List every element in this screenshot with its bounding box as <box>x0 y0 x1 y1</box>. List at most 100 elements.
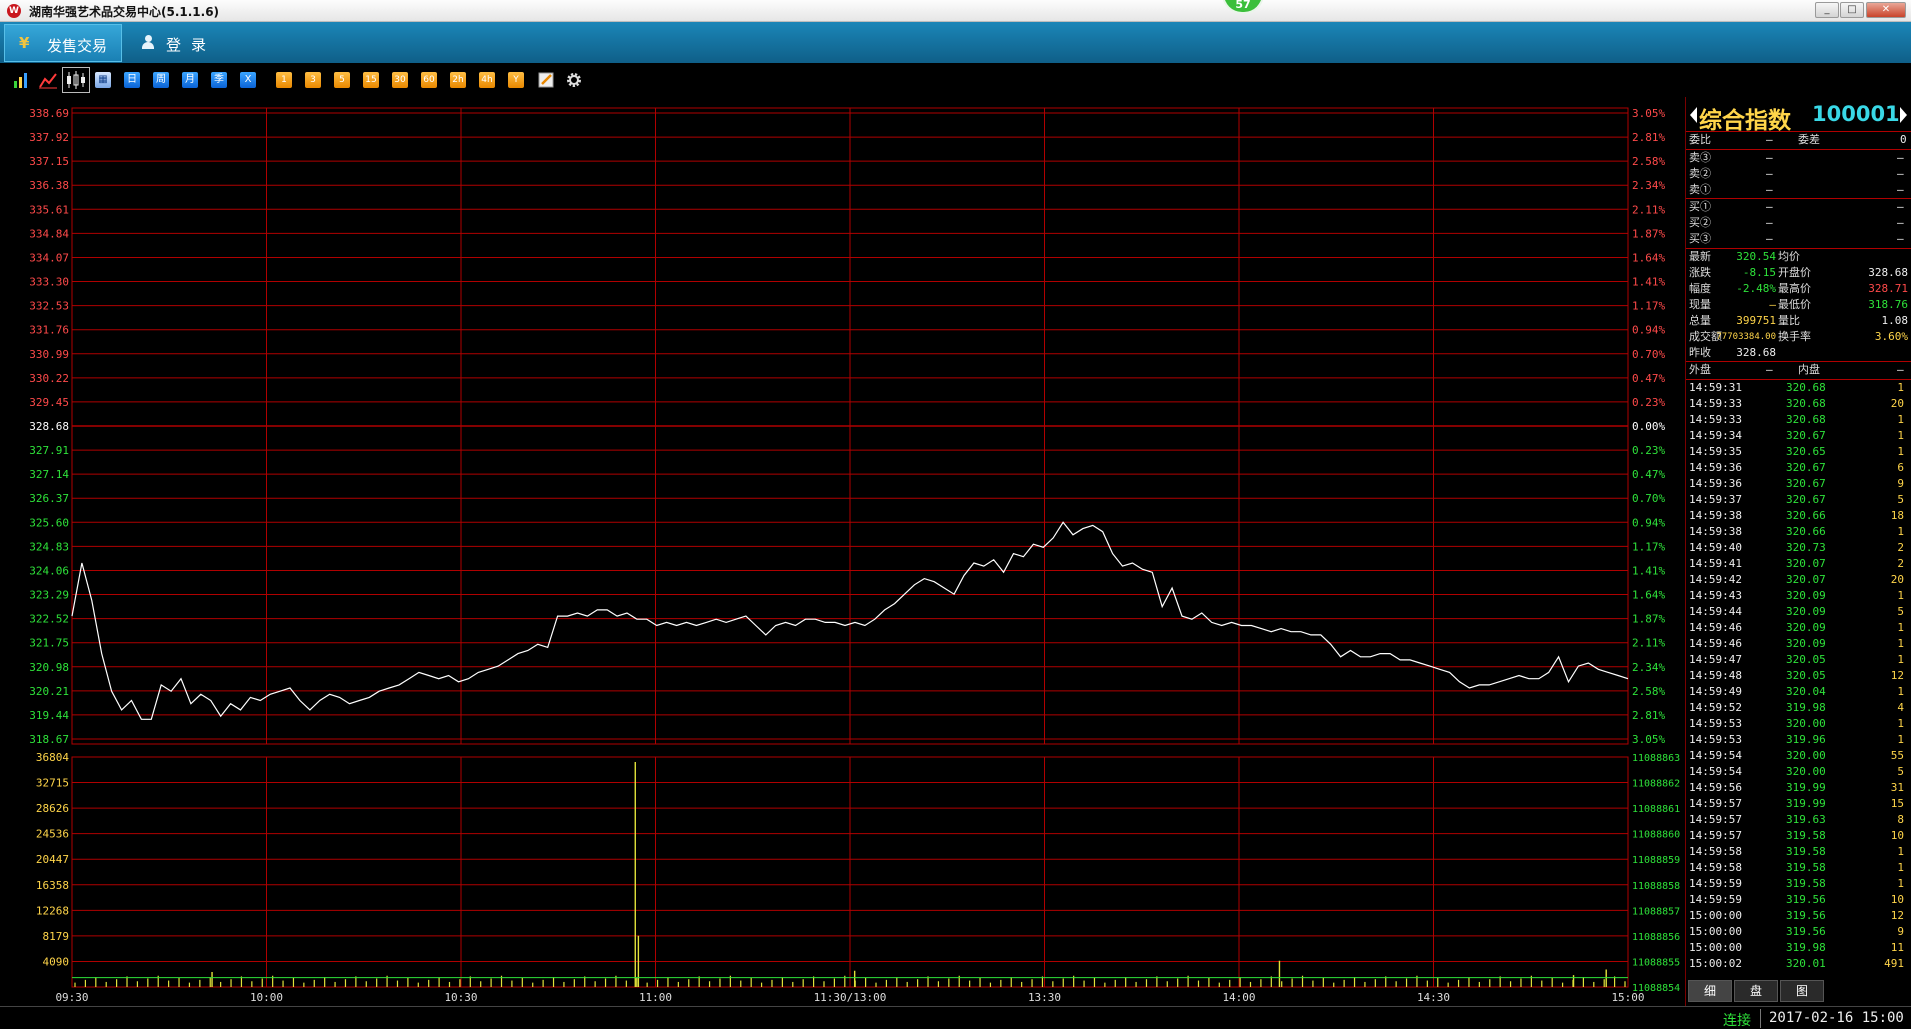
stat-label: 均价 <box>1778 250 1800 263</box>
pct-tick-label: 0.94% <box>1632 324 1665 337</box>
tick-qty: 31 <box>1890 781 1904 794</box>
tick-row: 14:59:53 320.00 1 <box>1686 716 1911 732</box>
stat-row: 昨收 328.68 <box>1686 345 1911 361</box>
pct-tick-label: 1.87% <box>1632 613 1665 626</box>
status-bar: 连接 2017-02-16 15:00 <box>0 1006 1911 1029</box>
tick-qty: 4 <box>1897 701 1904 714</box>
tab-orderbook[interactable]: 盘 <box>1734 980 1778 1002</box>
x-tick-label: 11:30/13:00 <box>814 991 887 1004</box>
x-tick-label: 10:30 <box>444 991 477 1004</box>
calendar-icon[interactable]: ▦ <box>95 72 111 88</box>
hour-4-button[interactable]: 4h <box>479 72 495 88</box>
period-week-button[interactable]: 周 <box>153 72 169 88</box>
pct-tick-label: 0.70% <box>1632 492 1665 505</box>
x-tick-label: 14:00 <box>1222 991 1255 1004</box>
tab-chart[interactable]: 图 <box>1780 980 1824 1002</box>
sell-order-qty: — <box>1897 167 1904 180</box>
sell-order-row: 卖② — — <box>1686 166 1911 182</box>
buy-order-price: — <box>1766 200 1773 213</box>
period-day-button[interactable]: 日 <box>124 72 140 88</box>
minimize-icon[interactable]: _ <box>1815 2 1839 18</box>
tick-price: 319.98 <box>1786 941 1826 954</box>
price-tick-label: 336.38 <box>29 179 69 192</box>
tick-price: 319.99 <box>1786 781 1826 794</box>
tick-row: 14:59:46 320.09 1 <box>1686 636 1911 652</box>
volume-right-tick-label: 11088861 <box>1632 804 1680 815</box>
tick-time: 15:00:02 <box>1689 957 1742 970</box>
minute-3-button[interactable]: 3 <box>305 72 321 88</box>
tick-row: 14:59:42 320.07 20 <box>1686 572 1911 588</box>
volume-right-tick-label: 11088856 <box>1632 932 1680 943</box>
outer-value: — <box>1766 363 1773 376</box>
prev-symbol-icon[interactable] <box>1690 107 1697 123</box>
pct-tick-label: 1.87% <box>1632 227 1665 240</box>
next-symbol-icon[interactable] <box>1900 107 1907 123</box>
tick-row: 14:59:48 320.05 12 <box>1686 668 1911 684</box>
volume-tick-label: 8179 <box>43 930 70 943</box>
tick-time: 14:59:53 <box>1689 717 1742 730</box>
tick-time: 14:59:57 <box>1689 829 1742 842</box>
quote-panel: 综合指数 100001 委比 — 委差 0 卖③ — — 卖② — — 卖① — — 买① — — 买… <box>1685 97 1911 1006</box>
tick-price: 320.05 <box>1786 669 1826 682</box>
minute-15-button[interactable]: 15 <box>363 72 379 88</box>
minute-60-button[interactable]: 60 <box>421 72 437 88</box>
tick-row: 14:59:49 320.04 1 <box>1686 684 1911 700</box>
timeshare-chart-button[interactable] <box>62 67 90 93</box>
weibi-row: 委比 — 委差 0 <box>1686 132 1911 148</box>
tick-qty: 5 <box>1897 765 1904 778</box>
maximize-icon[interactable]: □ <box>1840 2 1864 18</box>
tick-price: 320.09 <box>1786 605 1826 618</box>
buy-order-qty: — <box>1897 216 1904 229</box>
tick-time: 14:59:33 <box>1689 413 1742 426</box>
tick-price: 319.58 <box>1786 877 1826 890</box>
price-tick-label: 330.99 <box>29 348 69 361</box>
sell-order-price: — <box>1766 167 1773 180</box>
tick-qty: 11 <box>1890 941 1904 954</box>
tick-row: 14:59:54 320.00 55 <box>1686 748 1911 764</box>
timeshare-chart[interactable]: 09:30 10:00 10:30 11:00 11:30/13:00 13:30 14:0… <box>0 97 1685 1006</box>
timeshare-chart-area[interactable]: 09:30 10:00 10:30 11:00 11:30/13:00 13:30 14:0… <box>0 97 1685 1006</box>
tick-qty: 20 <box>1890 573 1904 586</box>
tick-qty: 2 <box>1897 557 1904 570</box>
tab-sale-trading[interactable]: ¥ 发售交易 <box>4 24 122 62</box>
quote-header: 综合指数 100001 <box>1686 97 1911 134</box>
tick-row: 14:59:37 320.67 5 <box>1686 492 1911 508</box>
tick-row: 14:59:52 319.98 4 <box>1686 700 1911 716</box>
line-chart-icon[interactable] <box>38 71 58 89</box>
minute-30-button[interactable]: 30 <box>392 72 408 88</box>
tab-login[interactable]: 登录 <box>134 24 234 62</box>
tab-detail[interactable]: 细 <box>1688 980 1732 1002</box>
bar-chart-icon[interactable] <box>12 71 32 89</box>
volume-right-tick-label: 11088858 <box>1632 881 1680 892</box>
tick-row: 14:59:44 320.09 5 <box>1686 604 1911 620</box>
pct-tick-label: 0.47% <box>1632 372 1665 385</box>
stat-value: 328.68 <box>1868 266 1908 279</box>
price-tick-label: 337.15 <box>29 155 69 168</box>
tick-qty: 1 <box>1897 381 1904 394</box>
volume-right-tick-label: 11088855 <box>1632 957 1680 968</box>
minute-1-button[interactable]: 1 <box>276 72 292 88</box>
tick-time: 14:59:38 <box>1689 525 1742 538</box>
hour-2-button[interactable]: 2h <box>450 72 466 88</box>
period-custom-button[interactable]: X <box>240 72 256 88</box>
price-tick-label: 335.61 <box>29 203 69 216</box>
stat-value: 77703384.00 <box>1716 332 1776 342</box>
tick-price: 320.73 <box>1786 541 1826 554</box>
price-tick-label: 334.07 <box>29 251 69 264</box>
draw-tool-icon[interactable] <box>538 71 556 89</box>
buy-order-row: 买③ — — <box>1686 231 1911 247</box>
tick-time: 14:59:57 <box>1689 813 1742 826</box>
connection-status[interactable]: 连接 <box>1723 1010 1751 1029</box>
price-tick-label: 327.91 <box>29 444 69 457</box>
close-icon[interactable]: ✕ <box>1866 2 1906 18</box>
period-month-button[interactable]: 月 <box>182 72 198 88</box>
tick-time: 14:59:36 <box>1689 477 1742 490</box>
period-quarter-button[interactable]: 季 <box>211 72 227 88</box>
price-tick-label: 330.22 <box>29 372 69 385</box>
settings-gear-icon[interactable] <box>565 71 583 89</box>
tick-time: 14:59:40 <box>1689 541 1742 554</box>
tick-row: 14:59:41 320.07 2 <box>1686 556 1911 572</box>
year-button[interactable]: Y <box>508 72 524 88</box>
notification-badge[interactable]: 57 <box>1222 0 1264 14</box>
minute-5-button[interactable]: 5 <box>334 72 350 88</box>
